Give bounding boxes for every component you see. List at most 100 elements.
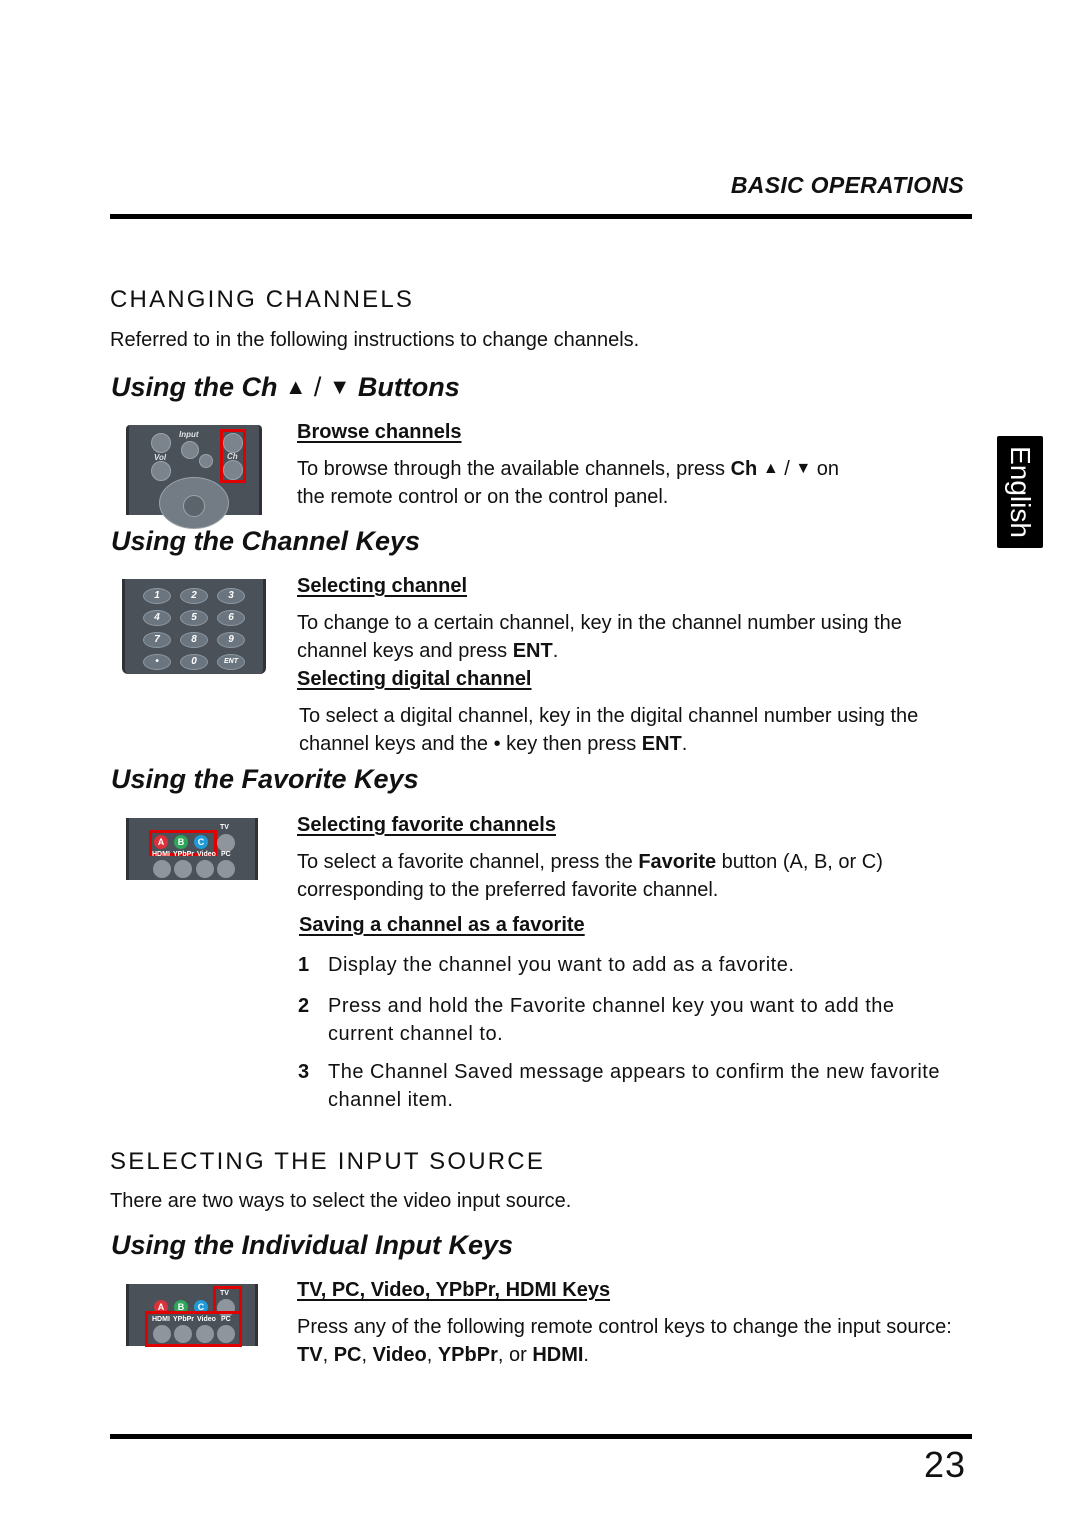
video-bold: Video bbox=[372, 1344, 427, 1366]
triangle-up-icon: ▲ bbox=[762, 460, 779, 477]
individual-input-keys-heading: Using the Individual Input Keys bbox=[111, 1230, 514, 1260]
vol-down-button-icon bbox=[151, 461, 171, 481]
input-highlight-bottom bbox=[145, 1311, 242, 1347]
ch-buttons-heading-text: Using the Ch bbox=[111, 372, 278, 402]
period: . bbox=[681, 733, 688, 755]
ypbpr-label: YPbPr bbox=[173, 851, 195, 858]
pc-key-icon bbox=[217, 860, 235, 878]
ypbpr-key-icon bbox=[174, 860, 192, 878]
enter-button-icon bbox=[183, 495, 205, 517]
keypad-key-icon: 7 bbox=[143, 632, 171, 648]
selecting-digital-channel-subheading: Selecting digital channel bbox=[297, 668, 532, 690]
slash-separator: / bbox=[313, 372, 322, 402]
selecting-channel-subheading: Selecting channel bbox=[297, 575, 468, 597]
keypad-key-icon: 0 bbox=[180, 654, 208, 670]
sep: , bbox=[426, 1344, 438, 1366]
tv-label: TV bbox=[220, 824, 229, 831]
language-tab-label: English bbox=[1005, 446, 1036, 538]
selecting-favorite-subheading: Selecting favorite channels bbox=[297, 814, 556, 836]
step-item: 2 Press and hold the Favorite channel ke… bbox=[298, 992, 958, 1048]
ent-bold: ENT bbox=[641, 733, 682, 755]
pc-label: PC bbox=[221, 851, 231, 858]
menu-button-icon bbox=[199, 454, 213, 468]
selecting-favorite-text: To select a favorite channel, press the … bbox=[297, 848, 977, 904]
keypad-key-icon: 2 bbox=[180, 588, 208, 604]
remote-keypad-image: 1 2 3 4 5 6 7 8 9 • 0 ENT bbox=[122, 579, 266, 674]
browse-text-a: To browse through the available channels… bbox=[297, 458, 731, 480]
browse-text-on: on bbox=[811, 458, 839, 480]
step-text: Display the channel you want to add as a… bbox=[328, 954, 795, 976]
ch-buttons-heading: Using the Ch ▲ / ▼ Buttons bbox=[111, 372, 460, 403]
keypad-key-icon: • bbox=[143, 654, 171, 670]
step-number: 1 bbox=[298, 954, 310, 976]
ch-highlight-box bbox=[220, 429, 246, 483]
page-number: 23 bbox=[923, 1444, 966, 1485]
input-keys-text: Press any of the following remote contro… bbox=[297, 1313, 977, 1369]
keypad-key-icon: 6 bbox=[217, 610, 245, 626]
hdmi-bold: HDMI bbox=[532, 1344, 584, 1366]
browse-text-sep: / bbox=[778, 458, 796, 480]
favorite-keys-heading: Using the Favorite Keys bbox=[111, 764, 419, 794]
selecting-channel-text-a: To change to a certain channel, key in t… bbox=[297, 612, 902, 662]
input-button-icon bbox=[181, 441, 199, 459]
keypad-key-icon: 5 bbox=[180, 610, 208, 626]
section-header: BASIC OPERATIONS bbox=[730, 172, 964, 198]
input-source-intro: There are two ways to select the video i… bbox=[110, 1190, 572, 1212]
changing-channels-intro: Referred to in the following instruction… bbox=[110, 329, 640, 351]
keypad-key-icon: 8 bbox=[180, 632, 208, 648]
favorite-text-a: To select a favorite channel, press the bbox=[297, 851, 639, 873]
input-source-title: SELECTING THE INPUT SOURCE bbox=[110, 1148, 546, 1175]
ypbpr-bold: YPbPr bbox=[437, 1344, 498, 1366]
browse-channels-text: To browse through the available channels… bbox=[297, 455, 957, 511]
digital-channel-text-a: To select a digital channel, key in the … bbox=[299, 705, 919, 755]
pc-bold: PC bbox=[333, 1344, 362, 1366]
step-text: Press and hold the Favorite channel key … bbox=[328, 995, 895, 1045]
tv-bold: TV bbox=[297, 1344, 323, 1366]
ch-buttons-heading-suffix: Buttons bbox=[357, 372, 460, 402]
triangle-up-icon: ▲ bbox=[285, 374, 307, 399]
tv-key-icon bbox=[217, 834, 235, 852]
input-keys-subheading: TV, PC, Video, YPbPr, HDMI Keys bbox=[297, 1279, 611, 1301]
footer-rule bbox=[110, 1434, 972, 1439]
browse-text-bold: Ch bbox=[730, 458, 758, 480]
triangle-down-icon: ▼ bbox=[328, 374, 351, 399]
hdmi-label: HDMI bbox=[152, 851, 170, 858]
remote-ch-buttons-image: Vol Input Ch bbox=[126, 425, 262, 529]
remote-favorite-keys-image: A B C TV HDMI YPbPr Video PC bbox=[126, 818, 258, 880]
step-item: 3 The Channel Saved message appears to c… bbox=[298, 1058, 958, 1114]
browse-channels-subheading: Browse channels bbox=[297, 421, 462, 443]
step-number: 3 bbox=[298, 1061, 310, 1083]
changing-channels-title: CHANGING CHANNELS bbox=[110, 286, 415, 313]
remote-input-keys-image: A B C TV HDMI YPbPr Video PC bbox=[126, 1284, 258, 1347]
input-label: Input bbox=[179, 430, 199, 439]
sep: , or bbox=[497, 1344, 533, 1366]
browse-text-line2: the remote control or on the control pan… bbox=[297, 486, 669, 508]
sep: , bbox=[361, 1344, 373, 1366]
hdmi-key-icon bbox=[153, 860, 171, 878]
video-label: Video bbox=[197, 851, 216, 858]
period: . bbox=[552, 640, 559, 662]
selecting-channel-text: To change to a certain channel, key in t… bbox=[297, 609, 967, 665]
favorite-bold: Favorite bbox=[638, 851, 717, 873]
channel-keys-heading: Using the Channel Keys bbox=[111, 526, 421, 556]
keypad-key-icon: 3 bbox=[217, 588, 245, 604]
language-tab: English bbox=[997, 436, 1043, 548]
period: . bbox=[583, 1344, 589, 1366]
keypad-key-icon: 4 bbox=[143, 610, 171, 626]
keypad-key-icon: ENT bbox=[217, 654, 245, 670]
selecting-digital-channel-text: To select a digital channel, key in the … bbox=[299, 702, 979, 758]
step-text: The Channel Saved message appears to con… bbox=[328, 1061, 940, 1111]
triangle-down-icon: ▼ bbox=[795, 460, 812, 477]
video-key-icon bbox=[196, 860, 214, 878]
header-rule bbox=[110, 214, 972, 219]
ent-bold: ENT bbox=[512, 640, 553, 662]
keypad-key-icon: 1 bbox=[143, 588, 171, 604]
input-text-a: Press any of the following remote contro… bbox=[297, 1316, 952, 1338]
step-number: 2 bbox=[298, 995, 310, 1017]
input-highlight-top bbox=[213, 1286, 242, 1314]
step-item: 1 Display the channel you want to add as… bbox=[298, 951, 958, 979]
sep: , bbox=[322, 1344, 334, 1366]
keypad-key-icon: 9 bbox=[217, 632, 245, 648]
vol-up-button-icon bbox=[151, 433, 171, 453]
saving-favorite-subheading: Saving a channel as a favorite bbox=[299, 914, 585, 936]
